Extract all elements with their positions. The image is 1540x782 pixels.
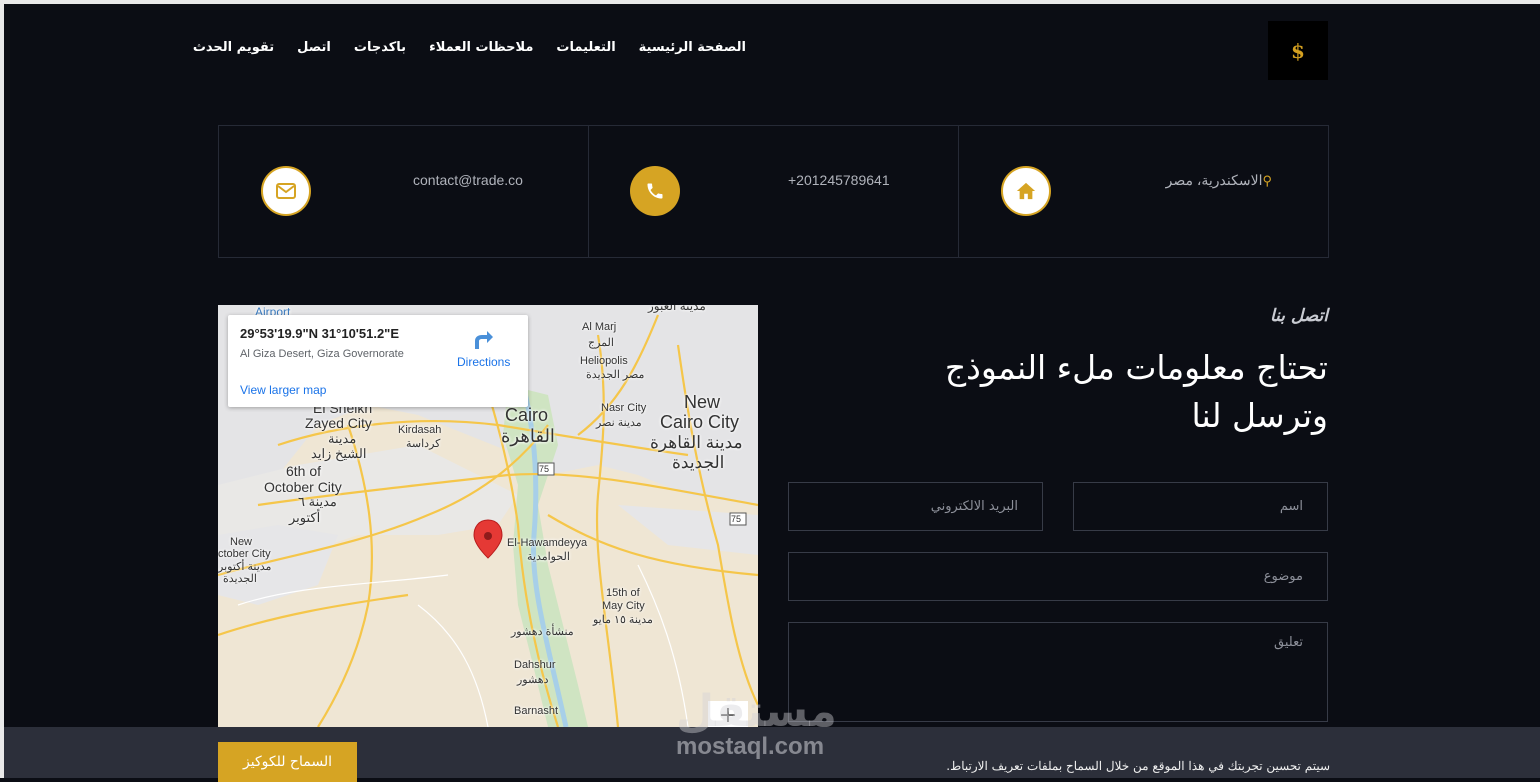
map-label-may-city-2: May City bbox=[602, 600, 645, 612]
nav-faq[interactable]: التعليمات bbox=[556, 40, 615, 60]
nav-packages[interactable]: باكدجات bbox=[354, 40, 406, 60]
map-label-barnasht: Barnasht bbox=[514, 705, 559, 717]
map-label-sheikh-zayed-2: Zayed City bbox=[305, 415, 372, 431]
main-nav: الصفحة الرئيسية التعليمات ملاحظات العملا… bbox=[193, 40, 746, 60]
map-label-october-1: 6th of bbox=[286, 463, 322, 479]
nav-testimonials[interactable]: ملاحظات العملاء bbox=[429, 40, 533, 60]
road-75-label-b: 75 bbox=[730, 514, 741, 524]
map-label-new-cairo-1: New bbox=[684, 392, 721, 412]
map-label-sheikh-zayed-ar1: مدينة bbox=[328, 431, 357, 446]
map-info-card: 29°53'19.9"N 31°10'51.2"E Al Giza Desert… bbox=[228, 315, 528, 407]
map-label-sheikh-zayed-ar2: الشيخ زايد bbox=[311, 446, 367, 461]
map-label-may-city-ar: مدينة ١٥ مايو bbox=[593, 614, 653, 626]
map-pin-icon: ⚲ bbox=[1262, 173, 1272, 188]
map-label-heliopolis: Heliopolis bbox=[580, 355, 628, 367]
contact-info-box: contact@trade.co +201245789641 ⚲الاسكندر… bbox=[218, 125, 1329, 258]
phone-number: +201245789641 bbox=[788, 172, 890, 188]
phone-text: +201245789641 bbox=[788, 172, 890, 188]
map-label-new-cairo-ar2: الجديدة bbox=[672, 453, 725, 472]
site-logo[interactable]: $ bbox=[1268, 21, 1328, 80]
map-coordinates: 29°53'19.9"N 31°10'51.2"E bbox=[240, 326, 400, 341]
map-label-al-marj-ar: المرج bbox=[588, 337, 614, 349]
section-headline: تحتاج معلومات ملء النموذج وترسل لنا bbox=[944, 348, 1328, 435]
map-label-dahshur-village: منشأة دهشور bbox=[511, 626, 574, 638]
phone-icon bbox=[630, 166, 680, 216]
nav-home[interactable]: الصفحة الرئيسية bbox=[639, 40, 746, 60]
directions-icon[interactable] bbox=[471, 329, 495, 351]
map-label-new-october-1: New bbox=[230, 536, 253, 548]
map-label-obour: مدينة العبور bbox=[648, 305, 706, 313]
nav-event-calendar[interactable]: تقويم الحدث bbox=[193, 40, 274, 60]
allow-cookies-button[interactable]: السماح للكوكيز bbox=[218, 742, 357, 782]
map-label-new-cairo-ar1: مدينة القاهرة bbox=[650, 433, 743, 452]
map-label-cairo-ar: القاهرة bbox=[501, 426, 555, 446]
name-input[interactable] bbox=[1073, 482, 1328, 531]
map-label-dahshur-ar: دهشور bbox=[517, 674, 549, 686]
map-label-hawamdeyya-ar: الحوامدية bbox=[527, 551, 570, 563]
subject-input[interactable] bbox=[788, 552, 1328, 601]
map-label-nasr-city-ar: مدينة نصر bbox=[596, 417, 642, 429]
email-input[interactable] bbox=[788, 482, 1043, 531]
map-label-october-ar1: مدينة ٦ bbox=[298, 494, 337, 509]
nav-contact[interactable]: اتصل bbox=[297, 40, 331, 60]
road-75-label-a: 75 bbox=[538, 464, 549, 474]
map-label-nasr-city: Nasr City bbox=[601, 402, 647, 414]
map-label-heliopolis-ar: مصر الجديدة bbox=[586, 369, 645, 381]
map-label-new-october-2: ctober City bbox=[218, 548, 271, 560]
directions-link[interactable]: Directions bbox=[457, 355, 510, 369]
map-label-hawamdeyya: El-Hawamdeyya bbox=[507, 537, 588, 549]
map-address: Al Giza Desert, Giza Governorate bbox=[240, 348, 404, 360]
map-label-new-october-ar2: الجديدة bbox=[223, 573, 257, 585]
comment-textarea[interactable] bbox=[788, 622, 1328, 722]
home-icon bbox=[1001, 166, 1051, 216]
logo-mark: $ bbox=[1291, 38, 1305, 63]
email-cell: contact@trade.co bbox=[219, 126, 589, 257]
watermark-url: mostaql.com bbox=[676, 733, 825, 760]
map-label-may-city-1: 15th of bbox=[606, 587, 640, 599]
map-label-al-marj: Al Marj bbox=[582, 321, 617, 333]
map-label-cairo: Cairo bbox=[505, 405, 549, 425]
map-label-dahshur: Dahshur bbox=[514, 659, 556, 671]
phone-cell: +201245789641 bbox=[589, 126, 959, 257]
address-cell: ⚲الاسكندرية، مصر bbox=[959, 126, 1328, 257]
embedded-map[interactable]: 75 75 Airport مدينة العبور Al Marj المرج… bbox=[218, 305, 758, 727]
mail-icon bbox=[261, 166, 311, 216]
map-label-october-ar2: أكتوبر bbox=[289, 510, 321, 525]
cookie-message: سيتم تحسين تجربتك في هذا الموقع من خلال … bbox=[946, 759, 1330, 773]
map-label-new-cairo-2: Cairo City bbox=[660, 412, 740, 432]
map-label-kirdasah-ar: كرداسة bbox=[406, 438, 441, 450]
section-eyebrow: اتصل بنا bbox=[1269, 306, 1328, 326]
map-label-kirdasah: Kirdasah bbox=[398, 424, 442, 436]
view-larger-map-link[interactable]: View larger map bbox=[240, 383, 326, 397]
email-text: contact@trade.co bbox=[413, 172, 523, 188]
address-text: ⚲الاسكندرية، مصر bbox=[1166, 172, 1272, 189]
address-value: الاسكندرية، مصر bbox=[1165, 172, 1263, 188]
map-label-october-2: October City bbox=[264, 479, 342, 495]
watermark-logo: مستقل bbox=[676, 686, 837, 737]
